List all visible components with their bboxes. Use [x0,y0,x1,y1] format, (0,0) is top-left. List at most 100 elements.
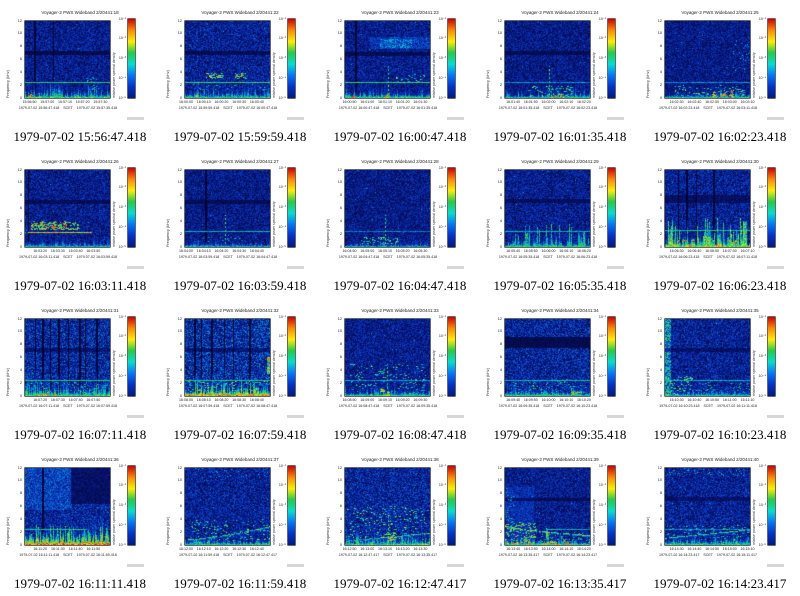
y-tick-label: 2 [499,231,502,236]
spectrogram-thumbnail[interactable]: Voyager-2 PWS Wideband 2/20441:35 Freque… [640,298,800,425]
plot-stamp [607,415,624,418]
y-tick-label: 8 [659,491,662,496]
colorbar-tick-label: 10⁻³ [278,56,286,60]
thumbnail-caption: 1979-07-02 16:08:47.418 [333,427,467,442]
colorbar [608,466,615,545]
spectrogram-thumbnail[interactable]: Voyager-2 PWS Wideband 2/20441:40 Freque… [640,447,800,574]
x-tick-label: 16:09:30 [413,398,428,402]
spectrogram-thumbnail[interactable]: Voyager-2 PWS Wideband 2/20441:23 Freque… [320,0,480,127]
y-tick-label: 6 [659,355,662,359]
colorbar-tick-label: 10⁻² [438,36,446,41]
spectrogram-thumbnail[interactable]: Voyager-2 PWS Wideband 2/20441:18 Freque… [0,0,160,127]
spectrogram-thumbnail[interactable]: Voyager-2 PWS Wideband 2/20441:31 Freque… [0,298,160,425]
colorbar-tick-label: 10⁻² [758,36,766,41]
y-tick-label: 12 [657,465,662,470]
spectrogram-thumbnail[interactable]: Voyager-2 PWS Wideband 2/20441:29 Freque… [480,149,640,276]
x-tick-label: 16:08:40 [249,398,264,402]
spectrogram-thumbnail[interactable]: Voyager-2 PWS Wideband 2/20441:32 Freque… [160,298,320,425]
plot-footer: 1979-07-02 16:07:59.418 SCET 1979-07-02 … [178,404,278,408]
colorbar [288,466,295,545]
y-tick-label: 10 [337,478,342,483]
colorbar-tick-label: 10⁻² [438,334,446,339]
y-tick-label: 2 [339,380,342,385]
spectrogram-thumbnail[interactable]: Voyager-2 PWS Wideband 2/20441:27 Freque… [160,149,320,276]
plot-stamp [127,415,144,418]
gallery-cell: Voyager-2 PWS Wideband 2/20441:23 Freque… [320,0,480,149]
thumbnail-caption: 1979-07-02 16:11:59.418 [173,576,307,591]
colorbar-tick-label: 10⁻⁴ [758,522,766,527]
colorbar-tick-label: 10⁻⁵ [118,393,126,398]
y-tick-label: 6 [659,57,662,61]
plot-footer: 1979-07-02 16:13:35.417 SCET 1979-07-02 … [498,553,598,557]
spectrogram-thumbnail[interactable]: Voyager-2 PWS Wideband 2/20441:36 Freque… [0,447,160,574]
colorbar-tick-label: 10⁻⁴ [118,522,126,527]
gallery-cell: Voyager-2 PWS Wideband 2/20441:30 Freque… [640,149,800,298]
plot-stamp [287,266,304,269]
y-tick-label: 4 [179,218,182,223]
x-tick-label: 16:00:40 [249,100,264,104]
colorbar-tick-label: 10⁻² [118,36,126,41]
thumbnail-caption: 1979-07-02 16:12:47.417 [333,576,467,591]
y-tick-label: 6 [339,355,342,359]
spectrogram-thumbnail[interactable]: Voyager-2 PWS Wideband 2/20441:25 Freque… [640,0,800,127]
y-tick-label: 10 [337,31,342,36]
plot-footer: 1979-07-02 16:03:11.418 SCET 1979-07-02 … [19,255,117,259]
colorbar-tick-label: 10⁻⁵ [438,393,446,398]
thumbnail-caption: 1979-07-02 16:01:35.418 [493,129,627,144]
colorbar-tick-label: 10⁻⁴ [598,522,606,527]
plot-stamp [607,266,624,269]
colorbar-tick-label: 10⁻⁴ [278,373,286,378]
gallery-cell: Voyager-2 PWS Wideband 2/20441:38 Freque… [320,447,480,596]
spectrogram-thumbnail[interactable]: Voyager-2 PWS Wideband 2/20441:30 Freque… [640,149,800,276]
colorbar-tick-label: 10⁻⁵ [118,542,126,547]
y-tick-label: 8 [19,491,22,496]
colorbar [608,317,615,396]
y-tick-label: 4 [499,516,502,521]
y-tick-label: 12 [337,465,342,470]
plot-title: Voyager-2 PWS Wideband 2/20441:34 [521,308,599,313]
y-tick-label: 2 [19,82,22,87]
plot-title: Voyager-2 PWS Wideband 2/20441:18 [41,10,119,15]
y-tick-label: 8 [19,342,22,347]
colorbar-tick-label: 10⁻² [278,483,286,488]
y-tick-label: 6 [19,355,22,359]
colorbar-tick-label: 10⁻² [278,185,286,190]
spectrogram-thumbnail[interactable]: Voyager-2 PWS Wideband 2/20441:33 Freque… [320,298,480,425]
colorbar-tick-label: 10⁻⁴ [758,224,766,229]
spectrogram-thumbnail[interactable]: Voyager-2 PWS Wideband 2/20441:26 Freque… [0,149,160,276]
spectrogram-thumbnail[interactable]: Voyager-2 PWS Wideband 2/20441:24 Freque… [480,0,640,127]
spectrogram-thumbnail[interactable]: Voyager-2 PWS Wideband 2/20441:37 Freque… [160,447,320,574]
colorbar [448,317,455,396]
spectrogram-thumbnail[interactable]: Voyager-2 PWS Wideband 2/20441:28 Freque… [320,149,480,276]
spectrogram-thumbnail[interactable]: Voyager-2 PWS Wideband 2/20441:38 Freque… [320,447,480,574]
y-tick-label: 6 [499,504,502,508]
colorbar-tick-label: 10⁻² [758,185,766,190]
plot-title: Voyager-2 PWS Wideband 2/20441:27 [201,159,279,164]
colorbar-tick-label: 10⁻⁴ [278,224,286,229]
plot-title: Voyager-2 PWS Wideband 2/20441:29 [521,159,599,164]
colorbar-tick-label: 10⁻⁴ [118,75,126,80]
colorbar-tick-label: 10⁻⁴ [438,373,446,378]
spectrogram-thumbnail[interactable]: Voyager-2 PWS Wideband 2/20441:34 Freque… [480,298,640,425]
y-tick-label: 2 [659,82,662,87]
plot-footer: 1979-07-02 16:08:47.418 SCET 1979-07-02 … [338,404,438,408]
y-tick-label: 12 [337,18,342,23]
colorbar-tick-label: 10⁻² [118,185,126,190]
y-tick-label: 2 [19,529,22,534]
y-tick-label: 8 [659,193,662,198]
y-tick-label: 10 [337,329,342,334]
y-tick-label: 12 [657,18,662,23]
spectrogram-thumbnail[interactable]: Voyager-2 PWS Wideband 2/20441:22 Freque… [160,0,320,127]
colorbar-tick-label: 10⁻¹ [598,165,606,170]
spectrogram-thumbnail[interactable]: Voyager-2 PWS Wideband 2/20441:39 Freque… [480,447,640,574]
plot-stamp [447,564,464,567]
plot-footer: 1979-07-02 16:03:59.418 SCET 1979-07-02 … [178,255,278,259]
plot-title: Voyager-2 PWS Wideband 2/20441:25 [681,10,759,15]
y-tick-label: 6 [339,504,342,508]
plot-title: Voyager-2 PWS Wideband 2/20441:30 [681,159,759,164]
thumbnail-caption: 1979-07-02 16:07:11.418 [13,427,147,442]
x-tick-label: 16:03:50 [86,249,101,253]
y-tick-label: 6 [499,355,502,359]
colorbar [448,19,455,98]
y-tick-label: 12 [177,316,182,321]
